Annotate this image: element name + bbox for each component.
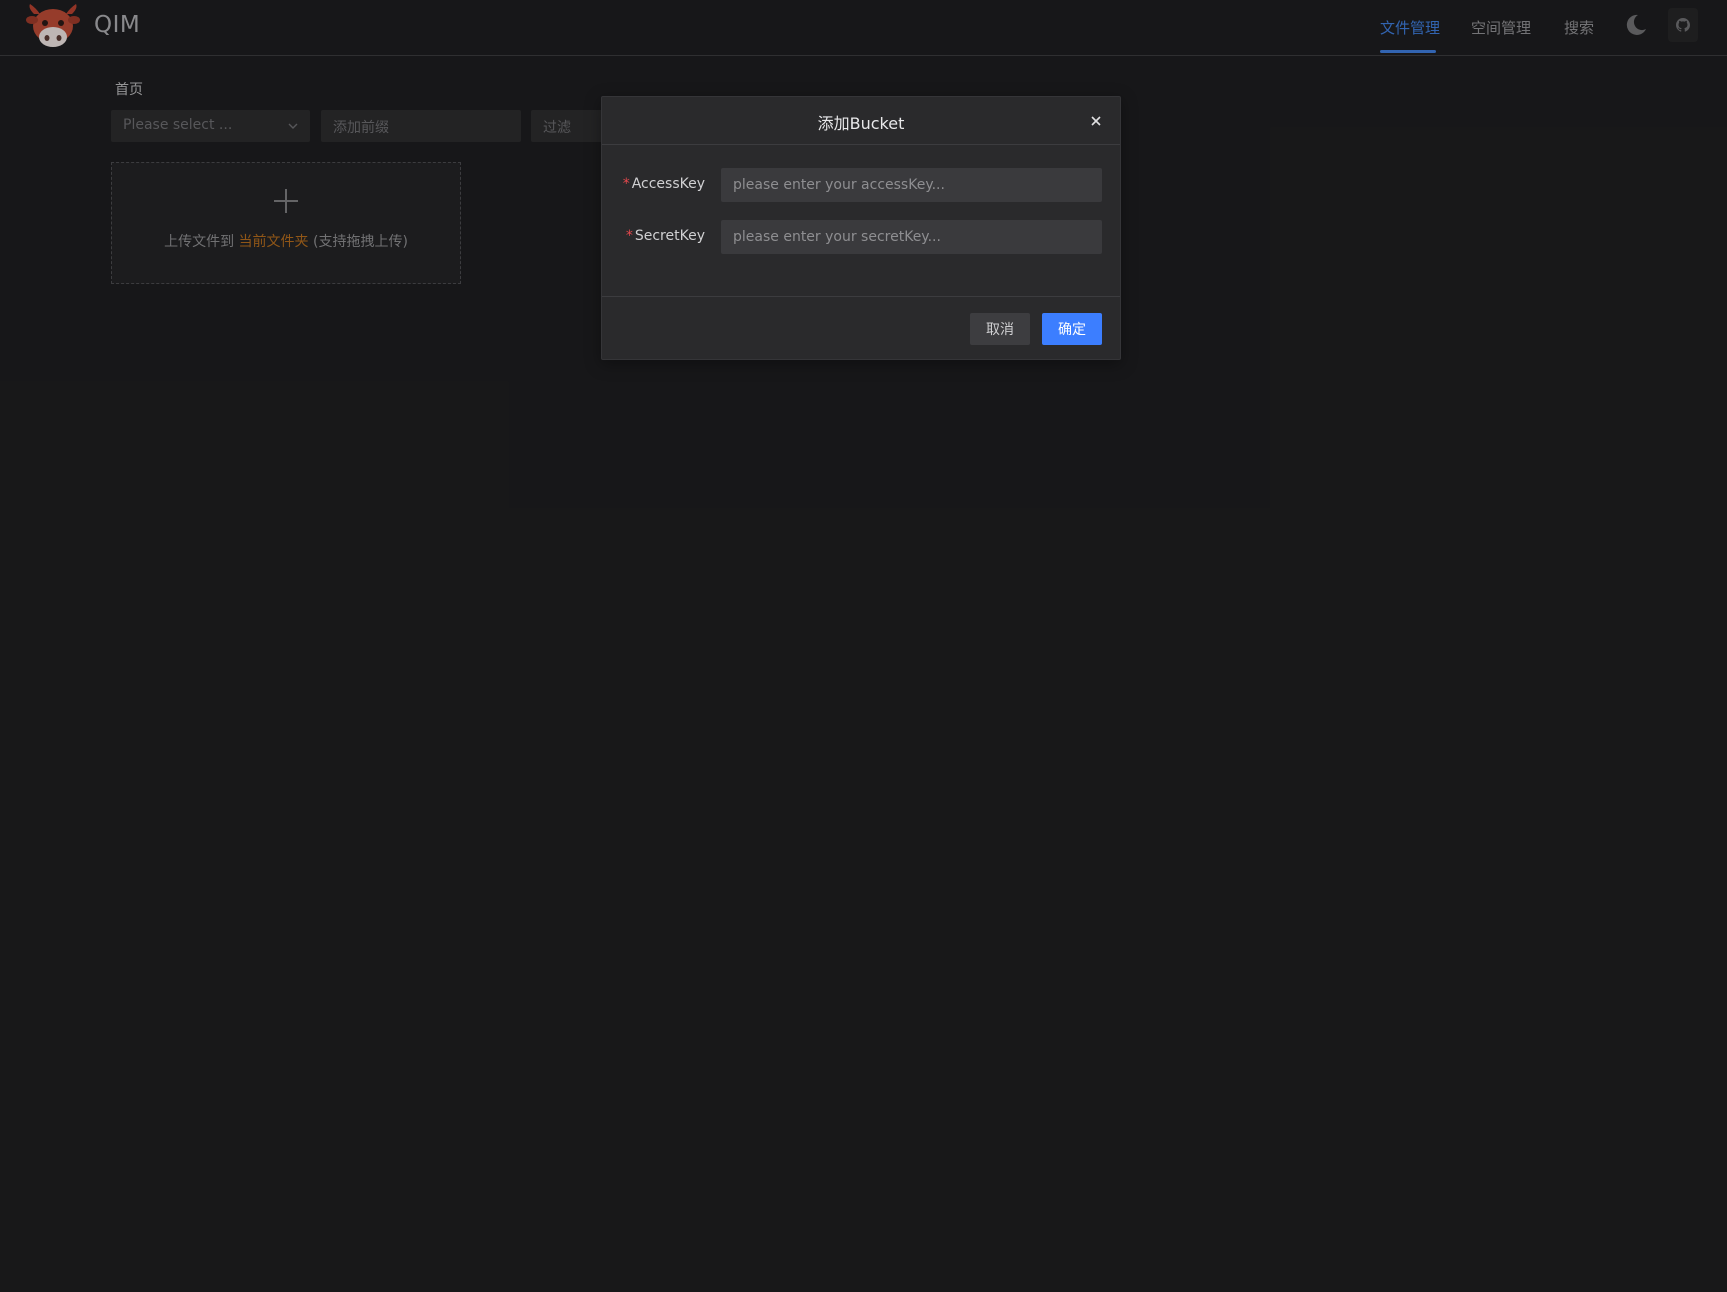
access-key-label-text: AccessKey (631, 176, 705, 192)
dialog-header: 添加Bucket (602, 97, 1120, 145)
add-bucket-dialog: 添加Bucket *AccessKey *SecretKey 取消 确定 (601, 96, 1121, 360)
secret-key-label: * SecretKey (626, 228, 705, 244)
close-icon (1091, 116, 1101, 126)
secret-key-row: * SecretKey (602, 220, 1120, 254)
required-mark: * (625, 228, 633, 244)
access-key-input[interactable] (721, 168, 1102, 202)
confirm-button[interactable]: 确定 (1042, 313, 1102, 345)
secret-key-input[interactable] (721, 220, 1102, 254)
close-button[interactable] (1086, 111, 1106, 131)
dialog-title: 添加Bucket (817, 114, 905, 133)
access-key-label: * AccessKey (623, 176, 705, 192)
access-key-row: * AccessKey (602, 168, 1120, 202)
required-mark: * (622, 176, 630, 192)
secret-key-label-text: SecretKey (634, 228, 705, 244)
dialog-footer: 取消 确定 (602, 296, 1120, 360)
cancel-button[interactable]: 取消 (970, 313, 1030, 345)
